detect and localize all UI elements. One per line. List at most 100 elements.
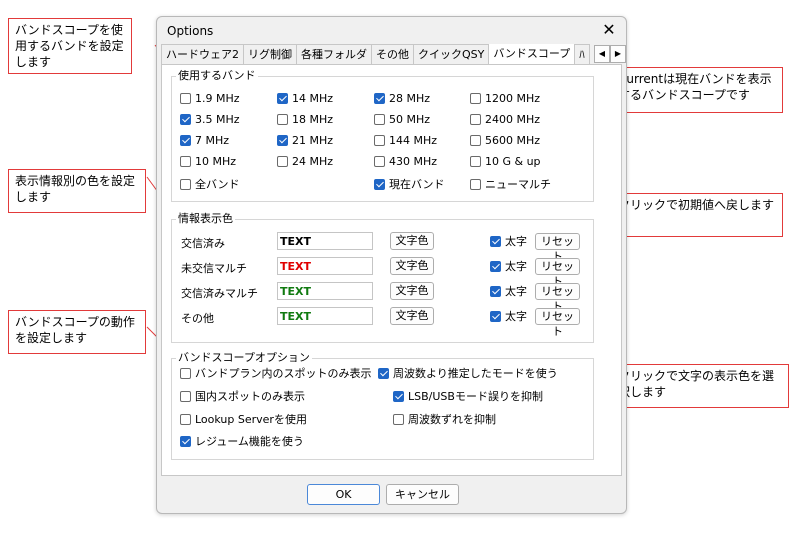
checkbox-checked-icon xyxy=(490,285,501,297)
band-28mhz[interactable]: 28 MHz xyxy=(374,92,430,107)
text-color-button-worked-multi[interactable]: 文字色 xyxy=(390,282,434,300)
reset-button-worked[interactable]: リセット xyxy=(535,233,580,263)
close-icon[interactable]: ✕ xyxy=(600,21,618,39)
bandscope-tab-page: 使用するバンド 1.9 MHz 14 MHz 28 MHz 1200 MHz 3… xyxy=(161,64,622,476)
bold-checkbox-other[interactable]: 太字 xyxy=(490,310,527,325)
tab-bandscope[interactable]: バンドスコープ xyxy=(488,44,576,64)
band-2400mhz[interactable]: 2400 MHz xyxy=(470,113,540,128)
checkbox-checked-icon xyxy=(180,113,191,125)
band-24mhz[interactable]: 24 MHz xyxy=(277,155,333,170)
checkbox-checked-icon xyxy=(393,390,404,402)
checkbox-icon xyxy=(374,155,385,167)
option-domestic-only[interactable]: 国内スポットのみ表示 xyxy=(180,390,305,405)
checkbox-icon xyxy=(180,155,191,167)
tab-next-partial[interactable]: ﾊ xyxy=(574,44,590,64)
band-all[interactable]: 全バンド xyxy=(180,178,240,193)
checkbox-icon xyxy=(180,390,191,402)
band-7mhz[interactable]: 7 MHz xyxy=(180,134,229,149)
callout-reset: クリックで初期値へ戻します xyxy=(611,193,783,237)
checkbox-checked-icon xyxy=(374,92,385,104)
info-sample-worked-multi: TEXT xyxy=(277,282,373,300)
band-50mhz[interactable]: 50 MHz xyxy=(374,113,430,128)
bandscope-options-group-label: バンドスコープオプション xyxy=(176,351,312,364)
callout-text-color: クリックで文字の表示色を選択します xyxy=(611,364,789,408)
checkbox-checked-icon xyxy=(180,134,191,146)
checkbox-checked-icon xyxy=(374,178,385,190)
option-bandplan-only[interactable]: バンドプラン内のスポットのみ表示 xyxy=(180,367,372,382)
option-suppress-freq-drift[interactable]: 周波数ずれを抑制 xyxy=(393,413,496,428)
checkbox-icon xyxy=(470,178,481,190)
band-5600mhz[interactable]: 5600 MHz xyxy=(470,134,540,149)
callout-band-select: バンドスコープを使用するバンドを設定します xyxy=(8,18,132,74)
band-14mhz[interactable]: 14 MHz xyxy=(277,92,333,107)
tab-hardware2[interactable]: ハードウェア2 xyxy=(161,44,244,64)
checkbox-checked-icon xyxy=(490,310,501,322)
checkbox-icon xyxy=(180,92,191,104)
callout-behavior: バンドスコープの動作を設定します xyxy=(8,310,146,354)
callout-current-band: Currentは現在バンドを表示するバンドスコープです xyxy=(611,67,783,113)
checkbox-icon xyxy=(180,367,191,379)
tab-quick-qsy[interactable]: クイックQSY xyxy=(413,44,490,64)
bold-checkbox-worked-multi[interactable]: 太字 xyxy=(490,285,527,300)
info-sample-unworked-multi: TEXT xyxy=(277,257,373,275)
info-row-label-worked: 交信済み xyxy=(181,237,225,250)
band-1200mhz[interactable]: 1200 MHz xyxy=(470,92,540,107)
band-new-multi[interactable]: ニューマルチ xyxy=(470,178,551,193)
option-suppress-lsb-usb[interactable]: LSB/USBモード誤りを抑制 xyxy=(393,390,543,405)
tab-folders[interactable]: 各種フォルダ xyxy=(296,44,372,64)
band-430mhz[interactable]: 430 MHz xyxy=(374,155,437,170)
reset-button-unworked-multi[interactable]: リセット xyxy=(535,258,580,288)
checkbox-icon xyxy=(374,134,385,146)
checkbox-icon xyxy=(180,178,191,190)
band-144mhz[interactable]: 144 MHz xyxy=(374,134,437,149)
text-color-button-worked[interactable]: 文字色 xyxy=(390,232,434,250)
checkbox-icon xyxy=(180,413,191,425)
info-sample-other: TEXT xyxy=(277,307,373,325)
band-3-5mhz[interactable]: 3.5 MHz xyxy=(180,113,240,128)
band-current[interactable]: 現在バンド xyxy=(374,178,445,193)
info-color-group-label: 情報表示色 xyxy=(176,212,235,225)
text-color-button-unworked-multi[interactable]: 文字色 xyxy=(390,257,434,275)
tab-rig-control[interactable]: リグ制御 xyxy=(243,44,297,64)
band-1-9mhz[interactable]: 1.9 MHz xyxy=(180,92,240,107)
checkbox-icon xyxy=(470,113,481,125)
info-color-group xyxy=(171,219,594,343)
checkbox-checked-icon xyxy=(180,435,191,447)
band-10g-up[interactable]: 10 G & up xyxy=(470,155,541,170)
tab-scroll-right-icon[interactable]: ▶ xyxy=(610,45,626,63)
checkbox-checked-icon xyxy=(490,260,501,272)
cancel-button[interactable]: キャンセル xyxy=(386,484,459,505)
band-10mhz[interactable]: 10 MHz xyxy=(180,155,236,170)
title-bar: Options ✕ xyxy=(157,17,626,45)
checkbox-checked-icon xyxy=(378,367,389,379)
callout-info-color: 表示情報別の色を設定します xyxy=(8,169,146,213)
band-21mhz[interactable]: 21 MHz xyxy=(277,134,333,149)
option-estimated-mode[interactable]: 周波数より推定したモードを使う xyxy=(378,367,558,382)
checkbox-icon xyxy=(393,413,404,425)
checkbox-checked-icon xyxy=(277,92,288,104)
reset-button-worked-multi[interactable]: リセット xyxy=(535,283,580,313)
reset-button-other[interactable]: リセット xyxy=(535,308,580,338)
tab-strip: ハードウェア2 リグ制御 各種フォルダ その他 クイックQSY バンドスコープﾊ xyxy=(161,44,603,64)
checkbox-icon xyxy=(470,134,481,146)
checkbox-checked-icon xyxy=(277,134,288,146)
band-18mhz[interactable]: 18 MHz xyxy=(277,113,333,128)
bold-checkbox-unworked-multi[interactable]: 太字 xyxy=(490,260,527,275)
text-color-button-other[interactable]: 文字色 xyxy=(390,307,434,325)
checkbox-icon xyxy=(470,92,481,104)
tab-scroll-left-icon[interactable]: ◀ xyxy=(594,45,610,63)
tab-other[interactable]: その他 xyxy=(371,44,414,64)
option-lookup-server[interactable]: Lookup Serverを使用 xyxy=(180,413,307,428)
checkbox-icon xyxy=(277,113,288,125)
checkbox-icon xyxy=(374,113,385,125)
info-row-label-other: その他 xyxy=(181,312,214,325)
info-row-label-worked-multi: 交信済みマルチ xyxy=(181,287,258,300)
bands-group-label: 使用するバンド xyxy=(176,69,258,82)
dialog-title: Options xyxy=(167,24,214,38)
options-dialog: Options ✕ ハードウェア2 リグ制御 各種フォルダ その他 クイックQSY バンド… xyxy=(156,16,627,514)
info-sample-worked: TEXT xyxy=(277,232,373,250)
checkbox-icon xyxy=(277,155,288,167)
bold-checkbox-worked[interactable]: 太字 xyxy=(490,235,527,250)
ok-button[interactable]: OK xyxy=(307,484,380,505)
option-resume[interactable]: レジューム機能を使う xyxy=(180,435,304,450)
